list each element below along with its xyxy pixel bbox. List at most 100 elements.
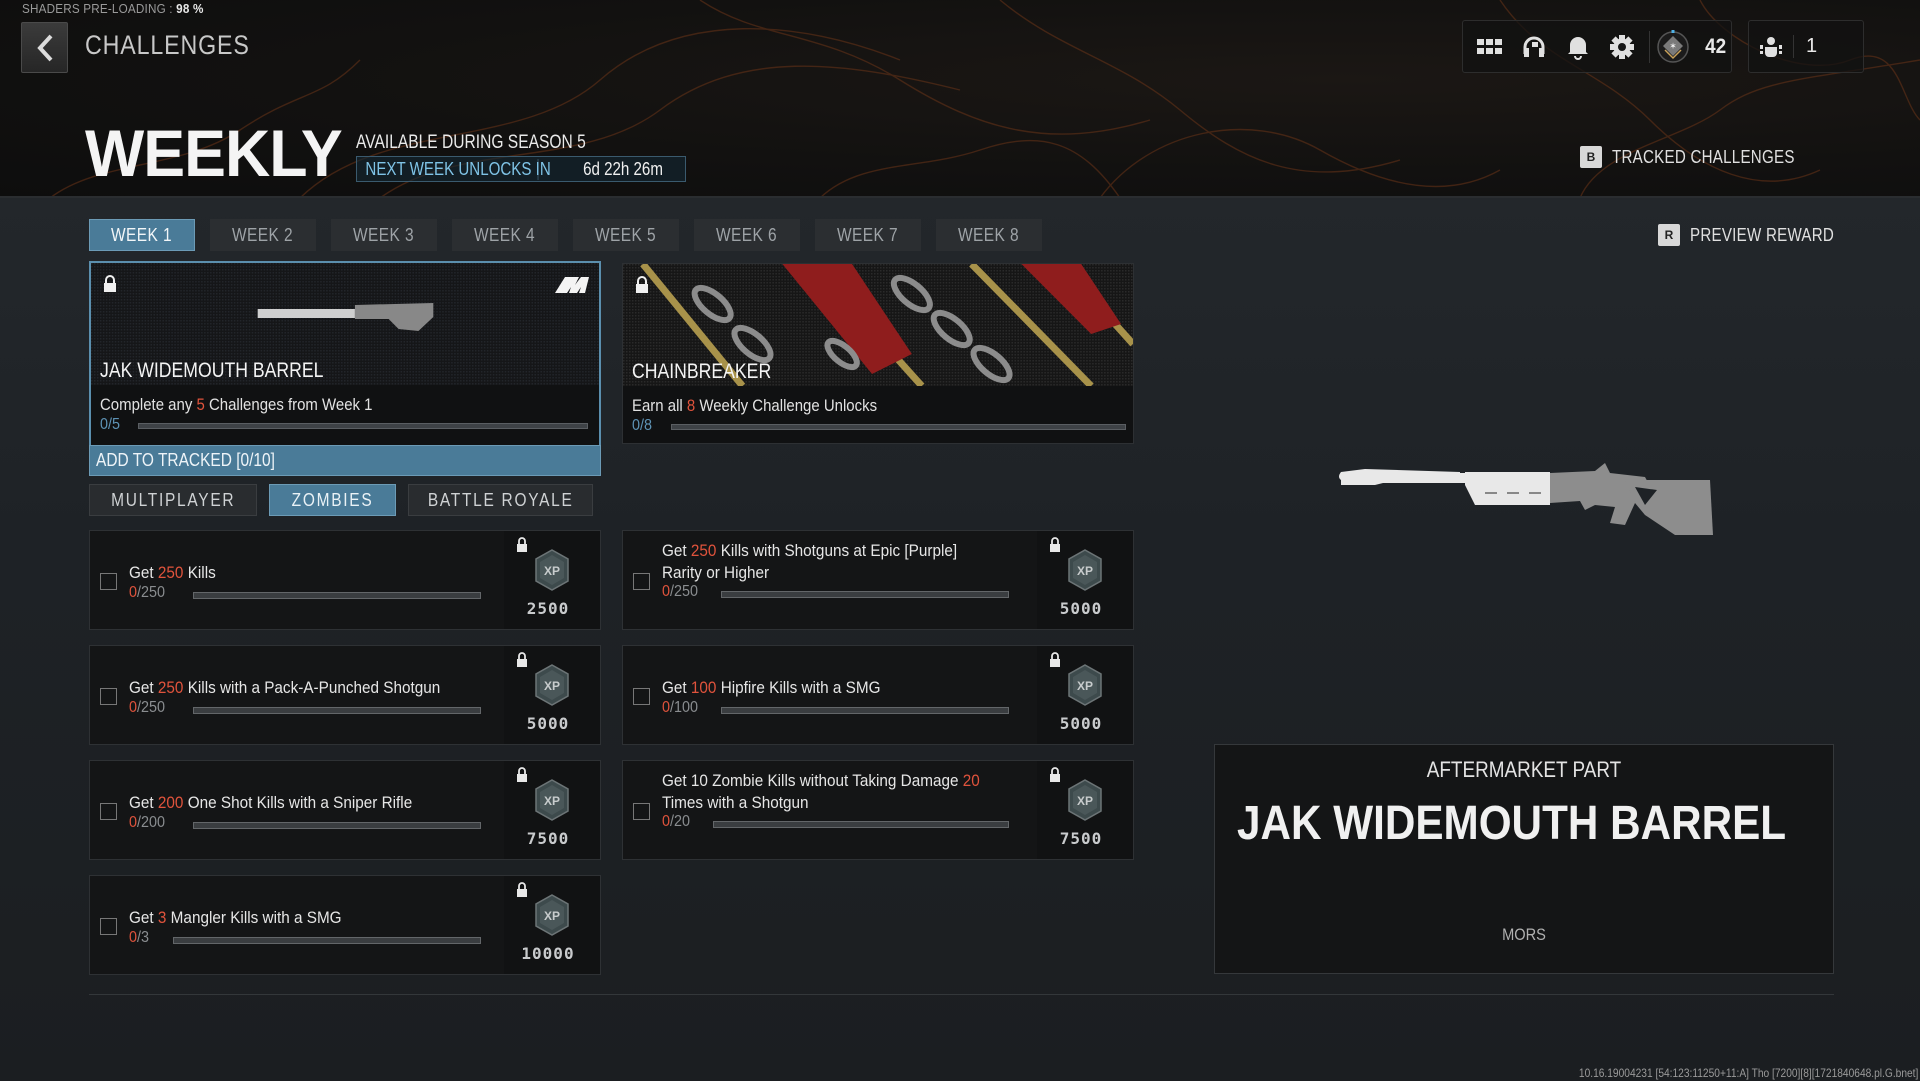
reward-description: Complete any 5 Challenges from Week 1 [100, 395, 373, 414]
tab-week-1[interactable]: WEEK 1 [89, 219, 195, 251]
challenge-text: Get 100 Hipfire Kills with a SMG [662, 678, 881, 697]
page-title: WEEKLY [85, 116, 343, 190]
key-b-icon: B [1580, 146, 1602, 168]
challenge-progress-bar [193, 707, 481, 714]
tab-week-5[interactable]: WEEK 5 [573, 219, 679, 251]
challenge-item[interactable]: Get 250 Kills 0/250 XP 2500 [89, 530, 601, 630]
challenge-item[interactable]: Get 100 Hipfire Kills with a SMG 0/100 XP 5… [622, 645, 1134, 745]
reward-card-chainbreaker[interactable]: CHAINBREAKER Earn all 8 Weekly Challenge… [622, 263, 1134, 444]
challenge-progress-bar [721, 591, 1009, 598]
challenge-reward: XP 7500 [504, 761, 600, 859]
icon-separator [1649, 30, 1650, 63]
track-checkbox[interactable] [633, 803, 650, 820]
challenge-progress-text: 0/100 [662, 699, 699, 716]
apps-grid-icon[interactable] [1473, 30, 1507, 64]
tracked-challenges-button[interactable]: B TRACKED CHALLENGES [1580, 146, 1829, 168]
build-info: 10.16.19004231 [54:123:11250+11:A] Tho [… [1578, 1066, 1918, 1080]
track-checkbox[interactable] [633, 688, 650, 705]
rank-badge-icon[interactable]: ✶ [1656, 29, 1690, 64]
tab-week-8[interactable]: WEEK 8 [936, 219, 1042, 251]
challenge-item[interactable]: Get 10 Zombie Kills without Taking Damag… [622, 760, 1134, 860]
reward-card-jak-widemouth[interactable]: JAK WIDEMOUTH BARREL Complete any 5 Chal… [89, 261, 601, 447]
brand-logo-icon [555, 275, 589, 300]
lock-icon [103, 275, 117, 298]
tab-battle-royale[interactable]: BATTLE ROYALE [408, 484, 593, 516]
preview-weapon-image [1339, 463, 1713, 535]
headset-icon[interactable] [1517, 30, 1551, 64]
rank-level: 42 [1705, 34, 1727, 58]
add-to-tracked-button[interactable]: ADD TO TRACKED [0/10] [89, 445, 601, 476]
unlock-timer: NEXT WEEK UNLOCKS IN 6d 22h 26m [356, 156, 686, 182]
challenge-reward: XP 5000 [504, 646, 600, 744]
challenge-progress-text: 0/250 [662, 583, 699, 600]
challenge-text: Get 250 Kills [129, 563, 216, 582]
challenge-reward: XP 7500 [1037, 761, 1133, 859]
reward-progress-bar [671, 424, 1126, 430]
svg-text:✶: ✶ [1669, 41, 1677, 51]
track-checkbox[interactable] [100, 918, 117, 935]
svg-text:XP: XP [1077, 794, 1093, 808]
challenge-reward: XP 2500 [504, 531, 600, 629]
track-checkbox[interactable] [100, 688, 117, 705]
lock-icon [516, 652, 528, 673]
challenge-text: Get 250 Kills with Shotguns at Epic [Pur… [662, 541, 958, 582]
xp-value: 10000 [521, 944, 575, 963]
tab-multiplayer[interactable]: MULTIPLAYER [89, 484, 257, 516]
track-checkbox[interactable] [100, 573, 117, 590]
preview-reward-button[interactable]: R PREVIEW REWARD [1658, 224, 1862, 246]
tab-week-2[interactable]: WEEK 2 [210, 219, 316, 251]
preview-reward-label: PREVIEW REWARD [1690, 224, 1835, 245]
challenge-item[interactable]: Get 250 Kills with Shotguns at Epic [Pur… [622, 530, 1134, 630]
xp-value: 7500 [1059, 829, 1103, 848]
reward-name: JAK WIDEMOUTH BARREL [100, 359, 324, 382]
challenge-progress-text: 0/250 [129, 584, 166, 601]
challenge-reward: XP 10000 [504, 876, 600, 974]
lock-icon [635, 276, 649, 299]
track-checkbox[interactable] [633, 573, 650, 590]
xp-value: 2500 [526, 599, 570, 618]
reward-name: CHAINBREAKER [632, 360, 772, 383]
gear-icon[interactable] [1605, 30, 1639, 64]
challenge-progress-bar [713, 821, 1009, 828]
party-icon [1760, 36, 1782, 57]
xp-token-icon: XP [534, 779, 570, 826]
xp-token-icon: XP [534, 549, 570, 596]
tab-zombies[interactable]: ZOMBIES [269, 484, 396, 516]
xp-token-icon: XP [1067, 664, 1103, 711]
xp-value: 5000 [526, 714, 570, 733]
challenge-item[interactable]: Get 3 Mangler Kills with a SMG 0/3 XP 10000 [89, 875, 601, 975]
tracked-challenges-label: TRACKED CHALLENGES [1612, 146, 1795, 167]
challenge-progress-text: 0/3 [129, 929, 150, 946]
reward-info-panel: AFTERMARKET PART JAK WIDEMOUTH BARREL MO… [1214, 744, 1834, 974]
svg-text:XP: XP [1077, 679, 1093, 693]
track-checkbox[interactable] [100, 803, 117, 820]
breadcrumb: CHALLENGES [85, 30, 250, 60]
challenge-item[interactable]: Get 200 One Shot Kills with a Sniper Rif… [89, 760, 601, 860]
week-tabs: WEEK 1 WEEK 2 WEEK 3 WEEK 4 WEEK 5 WEEK 6 WEEK… [89, 219, 1042, 251]
challenge-progress-bar [721, 707, 1009, 714]
reward-brand: MORS [1502, 925, 1546, 944]
xp-value: 7500 [526, 829, 570, 848]
back-button[interactable] [21, 22, 68, 73]
party-widget[interactable]: 1 [1748, 20, 1864, 73]
challenge-reward: XP 5000 [1037, 531, 1133, 629]
xp-value: 5000 [1059, 714, 1103, 733]
challenge-text: Get 10 Zombie Kills without Taking Damag… [662, 771, 980, 812]
lock-icon [1049, 537, 1061, 558]
tab-week-4[interactable]: WEEK 4 [452, 219, 558, 251]
challenge-text: Get 3 Mangler Kills with a SMG [129, 908, 342, 927]
reward-type: AFTERMARKET PART [1426, 757, 1622, 782]
unlock-label: NEXT WEEK UNLOCKS IN [357, 158, 551, 180]
challenge-text: Get 200 One Shot Kills with a Sniper Rif… [129, 793, 413, 812]
unlock-time: 6d 22h 26m [583, 158, 663, 179]
divider [89, 994, 1834, 995]
bell-icon[interactable] [1561, 30, 1595, 64]
challenge-progress-text: 0/250 [129, 699, 166, 716]
svg-text:XP: XP [544, 679, 560, 693]
tab-week-7[interactable]: WEEK 7 [815, 219, 921, 251]
challenge-progress-text: 0/20 [662, 813, 691, 830]
tab-week-6[interactable]: WEEK 6 [694, 219, 800, 251]
tab-week-3[interactable]: WEEK 3 [331, 219, 437, 251]
mode-tabs: MULTIPLAYER ZOMBIES BATTLE ROYALE [89, 484, 593, 516]
challenge-item[interactable]: Get 250 Kills with a Pack-A-Punched Shot… [89, 645, 601, 745]
